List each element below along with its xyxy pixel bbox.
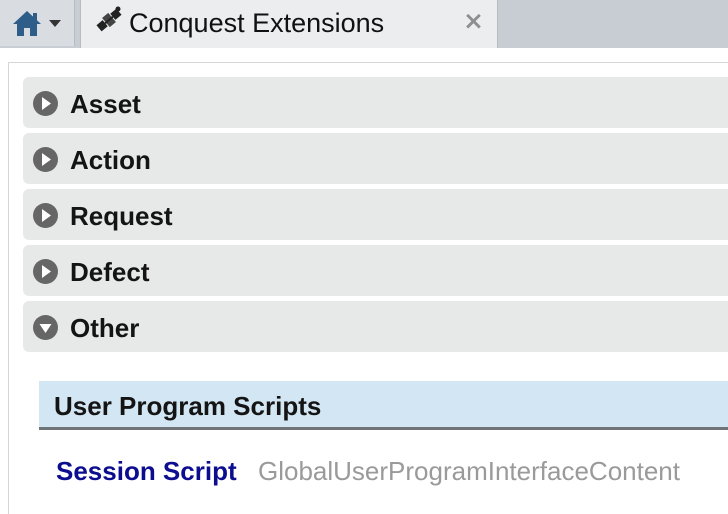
extensions-panel: Asset Action Request Defect Other User P… [8, 62, 728, 514]
tab-bar: Conquest Extensions × [0, 0, 728, 48]
tab-conquest-extensions[interactable]: Conquest Extensions × [80, 0, 498, 48]
section-request[interactable]: Request [23, 189, 728, 240]
home-icon [12, 9, 42, 37]
section-label: Request [70, 201, 173, 231]
subpanel-title: User Program Scripts [54, 391, 322, 421]
expand-arrow-icon[interactable] [33, 259, 58, 284]
caret-down-icon [48, 18, 62, 28]
tab-title: Conquest Extensions [129, 8, 385, 38]
collapse-arrow-icon[interactable] [33, 315, 58, 340]
section-label: Other [70, 313, 140, 343]
section-other[interactable]: Other [23, 301, 728, 352]
section-label: Defect [70, 257, 150, 287]
home-menu-button[interactable] [0, 0, 75, 46]
close-icon[interactable]: × [463, 6, 484, 35]
expand-arrow-icon[interactable] [33, 91, 58, 116]
session-script-link[interactable]: Session Script [56, 456, 237, 487]
section-label: Asset [70, 89, 141, 119]
satellite-icon [93, 4, 125, 41]
expand-arrow-icon[interactable] [33, 147, 58, 172]
user-program-scripts-header: User Program Scripts [39, 381, 728, 430]
section-asset[interactable]: Asset [23, 77, 728, 128]
section-action[interactable]: Action [23, 133, 728, 184]
section-label: Action [70, 145, 151, 175]
expand-arrow-icon[interactable] [33, 203, 58, 228]
section-defect[interactable]: Defect [23, 245, 728, 296]
session-script-value: GlobalUserProgramInterfaceContent [258, 456, 680, 486]
